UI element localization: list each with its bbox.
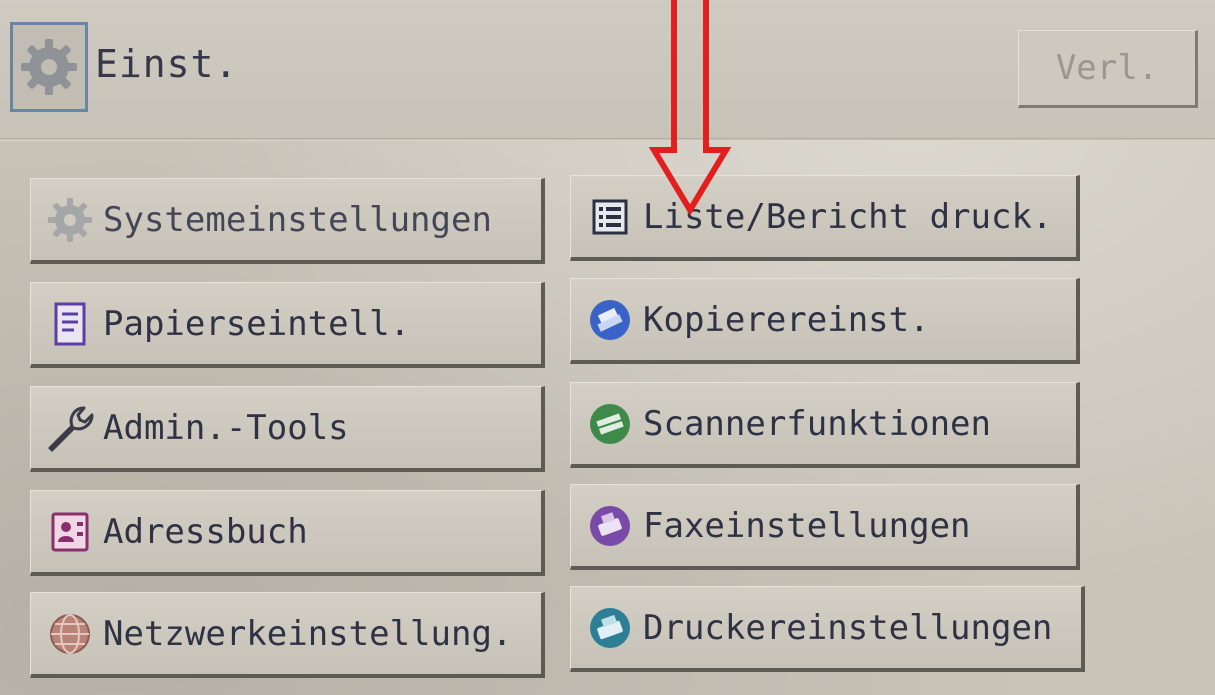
menu-button-label: Admin.-Tools: [103, 407, 349, 448]
wrench-icon: [41, 399, 99, 457]
menu-button-label: Kopierereinst.: [643, 299, 930, 340]
gear-icon: [41, 191, 99, 249]
gear-icon: [21, 39, 77, 95]
menu-button-label: Papierseintell.: [103, 303, 411, 344]
menu-button-label: Faxeinstellungen: [643, 505, 971, 546]
settings-home-button[interactable]: [10, 22, 88, 112]
page-title: Einst.: [95, 42, 239, 86]
menu-button-label: Adressbuch: [103, 511, 308, 552]
menu-button-label: Systemeinstellungen: [103, 199, 492, 240]
paper-icon: [41, 295, 99, 353]
menu-button-label: Netzwerkeinstellung.: [103, 613, 513, 654]
address-book-icon: [41, 503, 99, 561]
menu-button-paper-settings[interactable]: Papierseintell.: [30, 282, 545, 368]
printer-panel-screen: Einst. Verl. Systemeinstellungen Papiers…: [0, 0, 1215, 695]
exit-button[interactable]: Verl.: [1018, 30, 1198, 108]
menu-button-print-list-report[interactable]: Liste/Bericht druck.: [570, 175, 1080, 261]
menu-button-label: Scannerfunktionen: [643, 403, 991, 444]
menu-button-network-settings[interactable]: Netzwerkeinstellung.: [30, 592, 545, 678]
menu-button-admin-tools[interactable]: Admin.-Tools: [30, 386, 545, 472]
header-divider: [0, 138, 1215, 141]
menu-button-system-settings[interactable]: Systemeinstellungen: [30, 178, 545, 264]
menu-button-label: Liste/Bericht druck.: [643, 196, 1053, 237]
printer-icon: [581, 599, 639, 657]
scanner-icon: [581, 395, 639, 453]
list-icon: [581, 188, 639, 246]
globe-icon: [41, 605, 99, 663]
menu-button-fax-settings[interactable]: Faxeinstellungen: [570, 484, 1080, 570]
menu-button-copier-settings[interactable]: Kopierereinst.: [570, 278, 1080, 364]
menu-button-address-book[interactable]: Adressbuch: [30, 490, 545, 576]
menu-button-scanner-functions[interactable]: Scannerfunktionen: [570, 382, 1080, 468]
fax-icon: [581, 497, 639, 555]
menu-button-label: Druckereinstellungen: [643, 607, 1053, 648]
menu-button-printer-settings[interactable]: Druckereinstellungen: [570, 586, 1085, 672]
copier-icon: [581, 291, 639, 349]
